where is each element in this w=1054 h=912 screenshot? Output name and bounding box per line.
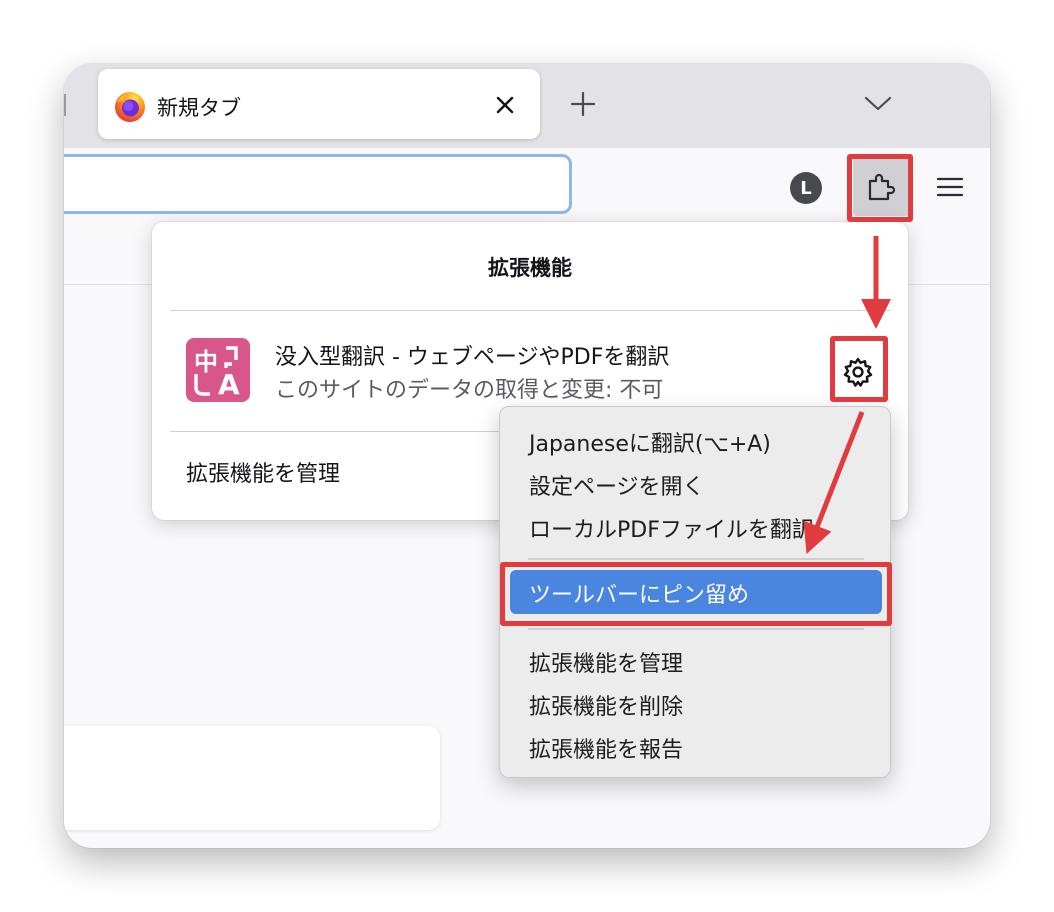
manage-extensions-link[interactable]: 拡張機能を管理 <box>186 456 340 488</box>
tab-strip: 新規タブ <box>64 64 990 148</box>
chevron-down-icon[interactable] <box>862 90 894 116</box>
extension-name[interactable]: 没入型翻訳 - ウェブページやPDFを翻訳 <box>275 339 669 371</box>
tab-title: 新規タブ <box>157 96 241 120</box>
highlight-pin-menu-item <box>500 562 892 626</box>
highlight-gear-button <box>830 336 888 402</box>
tab-new-tab[interactable]: 新規タブ <box>98 69 540 139</box>
menu-item-remove-extension[interactable]: 拡張機能を削除 <box>529 689 683 721</box>
account-avatar[interactable]: L <box>790 172 822 204</box>
menu-item-report-extension[interactable]: 拡張機能を報告 <box>529 732 683 764</box>
panel-title: 拡張機能 <box>488 256 572 280</box>
menu-separator-2 <box>528 628 864 630</box>
highlight-extensions-button <box>847 154 913 222</box>
url-bar[interactable] <box>64 154 572 214</box>
plus-icon[interactable] <box>569 90 597 118</box>
panel-divider <box>170 310 890 311</box>
hamburger-menu-icon[interactable] <box>936 176 964 198</box>
menu-item-translate-local-pdf[interactable]: ローカルPDFファイルを翻訳 <box>529 512 814 544</box>
extension-permission: このサイトのデータの取得と変更: 不可 <box>275 378 664 403</box>
ext-icon-hook <box>194 374 210 396</box>
menu-separator <box>528 558 864 560</box>
menu-item-manage-extension[interactable]: 拡張機能を管理 <box>529 646 683 678</box>
content-card <box>64 726 440 830</box>
tab-separator <box>64 94 66 116</box>
immersive-translate-icon: 中 A <box>186 338 250 402</box>
firefox-icon <box>115 92 145 122</box>
menu-item-translate[interactable]: Japaneseに翻訳(⌥+A) <box>529 426 771 458</box>
ext-icon-glyph-bottom: A <box>218 368 240 401</box>
menu-item-open-settings[interactable]: 設定ページを開く <box>529 469 705 501</box>
ext-icon-bracket <box>224 346 238 368</box>
close-icon[interactable] <box>494 94 516 116</box>
